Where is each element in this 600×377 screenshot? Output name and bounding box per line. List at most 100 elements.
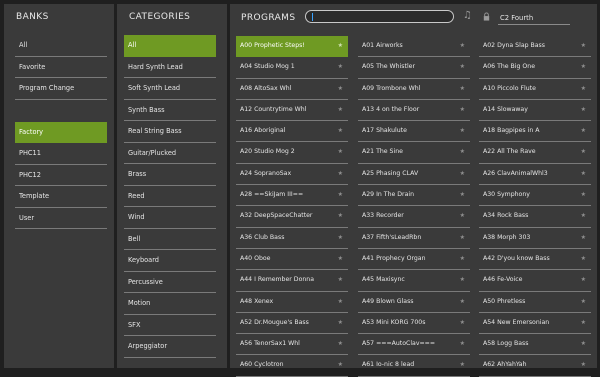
program-item[interactable]: A44 I Remember Donna ★ xyxy=(236,270,348,292)
favorite-star-icon[interactable]: ★ xyxy=(581,79,586,99)
favorite-star-icon[interactable]: ★ xyxy=(581,57,586,77)
program-item[interactable]: A37 Fifth'sLeadRbn ★ xyxy=(358,228,470,249)
category-item[interactable]: Percussive xyxy=(124,272,216,293)
program-item[interactable]: A09 Trombone Whl ★ xyxy=(358,79,470,100)
program-item[interactable]: A06 The Big One ★ xyxy=(479,57,591,79)
program-item[interactable]: A32 DeepSpaceChatter ★ xyxy=(236,206,348,228)
favorite-star-icon[interactable]: ★ xyxy=(460,164,465,184)
program-item[interactable]: A34 Rock Bass ★ xyxy=(479,206,591,228)
program-item[interactable]: A14 Slowaway ★ xyxy=(479,100,591,122)
favorite-star-icon[interactable]: ★ xyxy=(338,57,343,77)
program-item[interactable]: A05 The Whistler ★ xyxy=(358,57,470,79)
program-item[interactable]: A38 Morph 303 ★ xyxy=(479,228,591,249)
category-item[interactable]: All xyxy=(124,35,216,57)
program-item[interactable]: A30 Symphony ★ xyxy=(479,185,591,207)
program-item[interactable]: A36 Club Bass ★ xyxy=(236,228,348,249)
program-item[interactable]: A42 D'you know Bass ★ xyxy=(479,249,591,271)
search-input[interactable] xyxy=(312,12,447,21)
category-item[interactable]: Arpeggiator xyxy=(124,336,216,358)
program-item[interactable]: A04 Studio Mog 1 ★ xyxy=(236,57,348,79)
program-item[interactable]: A40 Oboe ★ xyxy=(236,249,348,271)
favorite-star-icon[interactable]: ★ xyxy=(581,292,586,312)
favorite-star-icon[interactable]: ★ xyxy=(338,206,343,226)
category-item[interactable]: SFX xyxy=(124,315,216,336)
bank-item[interactable]: Template xyxy=(15,186,107,208)
favorite-star-icon[interactable]: ★ xyxy=(338,228,343,248)
favorite-star-icon[interactable]: ★ xyxy=(460,292,465,312)
program-item[interactable]: A41 Prophecy Organ ★ xyxy=(358,249,470,271)
program-item[interactable]: A52 Dr.Mougue's Bass ★ xyxy=(236,313,348,335)
program-item[interactable]: A56 TenorSax1 Whl ★ xyxy=(236,334,348,356)
category-item[interactable]: Soft Synth Lead xyxy=(124,78,216,100)
favorite-star-icon[interactable]: ★ xyxy=(581,185,586,205)
program-item[interactable]: A25 Phasing CLAV ★ xyxy=(358,164,470,186)
program-item[interactable]: A10 Piccolo Flute ★ xyxy=(479,79,591,100)
favorite-star-icon[interactable]: ★ xyxy=(460,142,465,162)
favorite-star-icon[interactable]: ★ xyxy=(460,57,465,77)
bank-item[interactable]: All xyxy=(15,35,107,57)
favorite-star-icon[interactable]: ★ xyxy=(460,79,465,99)
category-item[interactable]: Synth Bass xyxy=(124,100,216,121)
favorite-star-icon[interactable]: ★ xyxy=(460,100,465,120)
key-field[interactable]: C2 Fourth xyxy=(498,12,570,25)
category-item[interactable]: Wind xyxy=(124,207,216,229)
category-item[interactable]: Keyboard xyxy=(124,250,216,272)
favorite-star-icon[interactable]: ★ xyxy=(338,142,343,162)
favorite-star-icon[interactable]: ★ xyxy=(460,334,465,354)
favorite-star-icon[interactable]: ★ xyxy=(460,355,465,375)
program-item[interactable]: A48 Xenex ★ xyxy=(236,292,348,313)
program-item[interactable]: A61 Io-nic 8 lead ★ xyxy=(358,355,470,377)
program-item[interactable]: A28 ==SkiJam III== ★ xyxy=(236,185,348,207)
favorite-star-icon[interactable]: ★ xyxy=(581,228,586,248)
program-item[interactable]: A17 Shakulute ★ xyxy=(358,121,470,143)
program-item[interactable]: A57 ===AutoClav=== ★ xyxy=(358,334,470,356)
program-item[interactable]: A50 Phretless ★ xyxy=(479,292,591,313)
favorite-star-icon[interactable]: ★ xyxy=(338,334,343,354)
favorite-star-icon[interactable]: ★ xyxy=(338,121,343,141)
favorite-star-icon[interactable]: ★ xyxy=(460,206,465,226)
favorite-star-icon[interactable]: ★ xyxy=(460,185,465,205)
favorite-star-icon[interactable]: ★ xyxy=(460,270,465,290)
bank-item[interactable]: Favorite xyxy=(15,57,107,78)
category-item[interactable]: Real String Bass xyxy=(124,121,216,143)
favorite-star-icon[interactable]: ★ xyxy=(581,249,586,269)
favorite-star-icon[interactable]: ★ xyxy=(460,228,465,248)
favorite-star-icon[interactable]: ★ xyxy=(581,206,586,226)
program-item[interactable]: A16 Aboriginal ★ xyxy=(236,121,348,143)
program-item[interactable]: A18 Bagpipes in A ★ xyxy=(479,121,591,143)
favorite-star-icon[interactable]: ★ xyxy=(460,249,465,269)
program-item[interactable]: A01 Airworks ★ xyxy=(358,36,470,58)
program-item[interactable]: A24 SopranoSax ★ xyxy=(236,164,348,186)
favorite-star-icon[interactable]: ★ xyxy=(338,100,343,120)
program-item[interactable]: A62 AhYahYah ★ xyxy=(479,355,591,377)
program-item[interactable]: A00 Prophetic Steps! ★ xyxy=(236,36,348,58)
program-item[interactable]: A54 New Emersonian ★ xyxy=(479,313,591,335)
favorite-star-icon[interactable]: ★ xyxy=(581,121,586,141)
favorite-star-icon[interactable]: ★ xyxy=(581,334,586,354)
program-item[interactable]: A08 AltoSax Whl ★ xyxy=(236,79,348,100)
program-item[interactable]: A02 Dyna Slap Bass ★ xyxy=(479,36,591,58)
favorite-star-icon[interactable]: ★ xyxy=(338,164,343,184)
favorite-star-icon[interactable]: ★ xyxy=(581,164,586,184)
favorite-star-icon[interactable]: ★ xyxy=(460,36,465,56)
favorite-star-icon[interactable]: ★ xyxy=(581,313,586,333)
favorite-star-icon[interactable]: ★ xyxy=(338,270,343,290)
category-item[interactable]: Motion xyxy=(124,293,216,315)
program-item[interactable]: A58 Logg Bass ★ xyxy=(479,334,591,356)
program-item[interactable]: A33 Recorder ★ xyxy=(358,206,470,228)
program-item[interactable]: A12 Countrytime Whl ★ xyxy=(236,100,348,122)
program-item[interactable]: A21 The Sine ★ xyxy=(358,142,470,164)
bank-item[interactable]: PHC11 xyxy=(15,143,107,165)
favorite-star-icon[interactable]: ★ xyxy=(581,270,586,290)
favorite-star-icon[interactable]: ★ xyxy=(338,292,343,312)
category-item[interactable]: Hard Synth Lead xyxy=(124,57,216,78)
music-note-icon[interactable]: ♫ xyxy=(463,10,472,21)
favorite-star-icon[interactable]: ★ xyxy=(581,36,586,56)
favorite-star-icon[interactable]: ★ xyxy=(338,185,343,205)
program-item[interactable]: A22 All The Rave ★ xyxy=(479,142,591,164)
favorite-star-icon[interactable]: ★ xyxy=(460,121,465,141)
favorite-star-icon[interactable]: ★ xyxy=(581,100,586,120)
program-item[interactable]: A45 Maxisync ★ xyxy=(358,270,470,292)
program-item[interactable]: A60 Cyclotron ★ xyxy=(236,355,348,377)
favorite-star-icon[interactable]: ★ xyxy=(338,249,343,269)
